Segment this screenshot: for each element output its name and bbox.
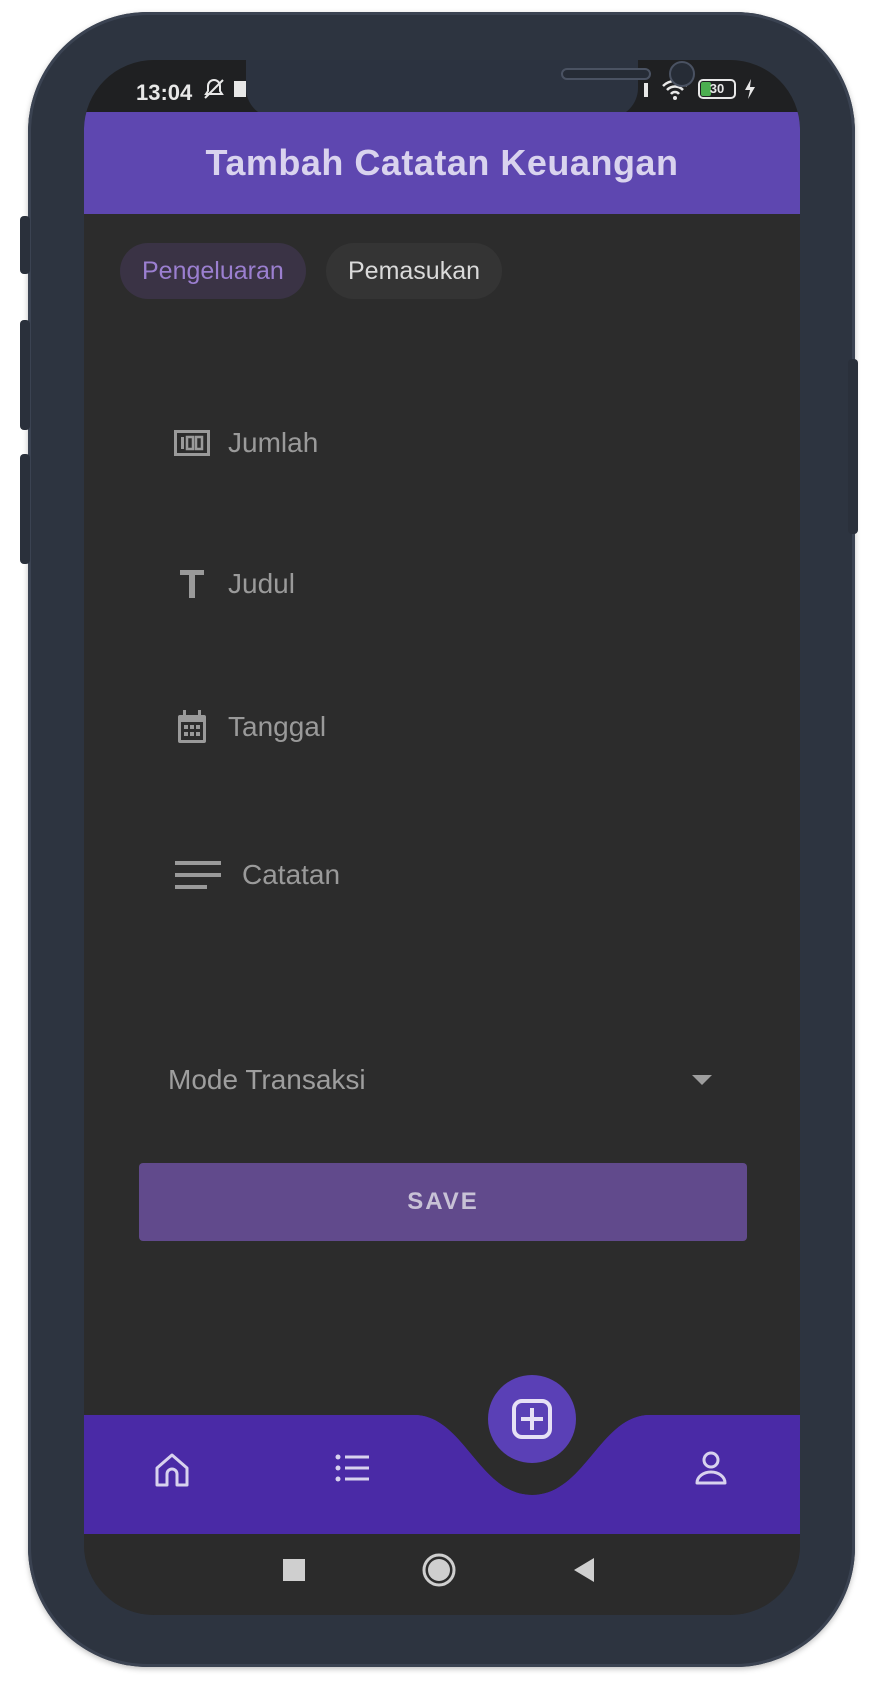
nav-list[interactable] xyxy=(322,1438,382,1498)
circle-icon xyxy=(422,1553,456,1587)
charging-icon xyxy=(745,79,755,99)
home-icon xyxy=(155,1453,189,1487)
home-system-button[interactable] xyxy=(415,1546,463,1594)
status-icons-right: 30 xyxy=(642,77,756,101)
note-placeholder: Catatan xyxy=(242,859,341,890)
battery-icon: 30 xyxy=(698,79,736,99)
list-icon xyxy=(335,1454,369,1482)
battery-level: 30 xyxy=(709,81,725,96)
phone-side-button xyxy=(20,216,30,274)
nav-profile[interactable] xyxy=(681,1438,741,1498)
notes-icon xyxy=(174,855,222,895)
status-time: 13:04 xyxy=(136,80,193,105)
app-bar: Tambah Catatan Keuangan xyxy=(84,112,800,214)
phone-notch xyxy=(246,60,695,118)
title-placeholder: Judul xyxy=(228,568,295,599)
tab-pemasukan[interactable]: Pemasukan xyxy=(326,243,503,299)
dropdown-arrow-icon xyxy=(692,1075,712,1085)
transaction-mode-placeholder: Mode Transaksi xyxy=(168,1064,366,1095)
speaker-grille xyxy=(561,68,651,80)
amount-field[interactable]: Jumlah xyxy=(172,413,318,473)
nav-home[interactable] xyxy=(142,1440,202,1500)
signal-icon xyxy=(644,83,648,97)
date-placeholder: Tanggal xyxy=(228,711,327,742)
add-box-icon xyxy=(512,1399,552,1439)
save-button[interactable]: SAVE xyxy=(139,1163,747,1241)
status-icons-left xyxy=(202,77,248,101)
person-icon xyxy=(695,1451,727,1485)
add-record-fab[interactable] xyxy=(488,1375,576,1463)
front-camera xyxy=(669,61,695,87)
note-field[interactable]: Catatan xyxy=(174,845,340,905)
amount-placeholder: Jumlah xyxy=(228,427,319,458)
recents-button[interactable] xyxy=(270,1546,318,1594)
phone-power-button xyxy=(848,359,858,534)
square-icon xyxy=(283,1559,305,1581)
phone-screen: 13:04 30 Tambah Catatan Keuangan Pengelu… xyxy=(84,60,800,1615)
page-title: Tambah Catatan Keuangan xyxy=(205,142,679,183)
bell-off-icon xyxy=(204,78,224,99)
title-field[interactable]: Judul xyxy=(172,554,295,614)
calendar-icon xyxy=(172,707,212,747)
transaction-mode-dropdown[interactable]: Mode Transaksi xyxy=(168,1050,720,1110)
bottom-nav xyxy=(84,1375,800,1545)
system-nav-bar xyxy=(84,1534,800,1615)
text-icon xyxy=(172,564,212,604)
back-triangle-icon xyxy=(574,1558,594,1582)
money-icon xyxy=(172,423,212,463)
phone-volume-up-button xyxy=(20,320,30,430)
back-button[interactable] xyxy=(560,1546,608,1594)
phone-volume-down-button xyxy=(20,454,30,564)
date-field[interactable]: Tanggal xyxy=(172,697,326,757)
tab-pengeluaran[interactable]: Pengeluaran xyxy=(120,243,306,299)
